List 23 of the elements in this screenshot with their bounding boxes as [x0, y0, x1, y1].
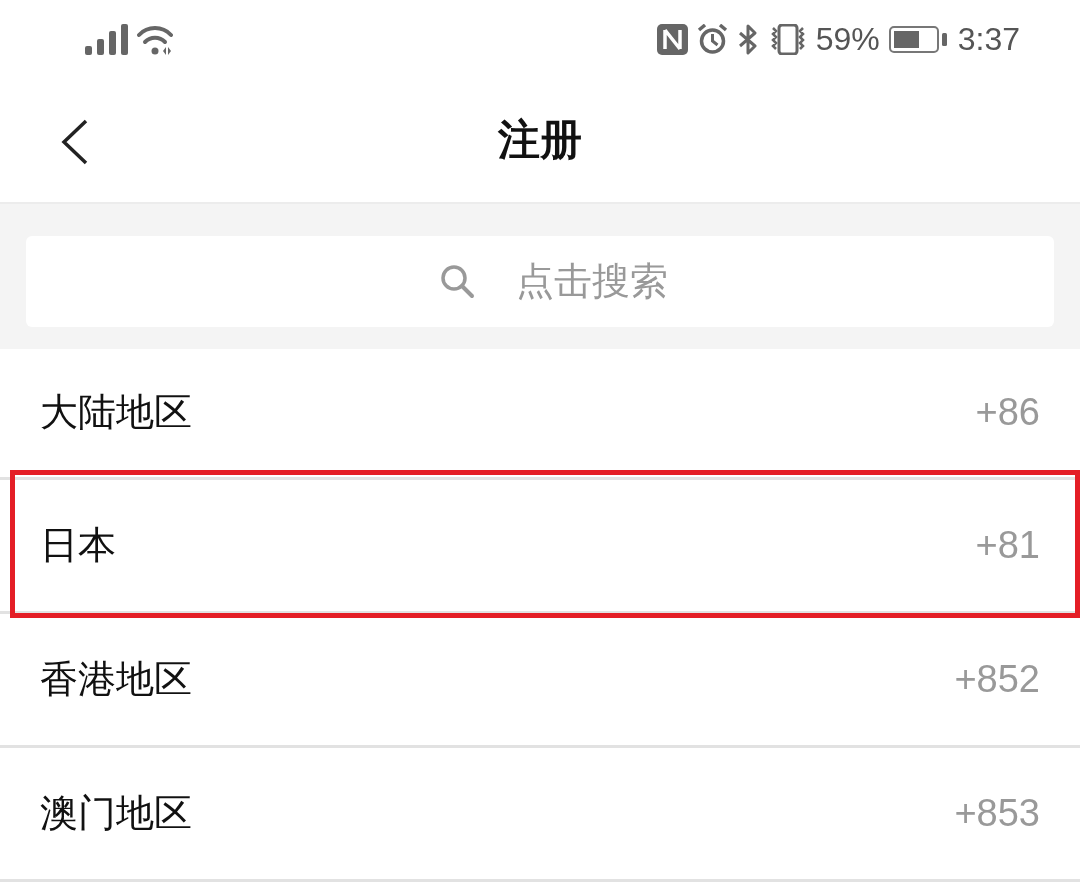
region-row[interactable]: 澳门地区 +853: [0, 748, 1080, 882]
dialing-code: +853: [954, 790, 1040, 836]
signal-icon: [85, 23, 128, 55]
search-icon: [440, 264, 475, 299]
battery-percent: 59%: [815, 23, 880, 55]
search-field[interactable]: 点击搜索: [26, 236, 1054, 327]
region-name: 大陆地区: [40, 390, 192, 436]
nfc-icon: [656, 23, 688, 55]
region-row[interactable]: 香港地区 +852: [0, 614, 1080, 748]
dialing-code: +81: [975, 522, 1040, 568]
region-name: 香港地区: [40, 656, 192, 702]
clock-time: 3:37: [957, 23, 1020, 55]
back-chevron-icon: [60, 119, 88, 165]
wifi-icon: [137, 23, 173, 55]
battery-icon: [888, 25, 947, 53]
region-row[interactable]: 大陆地区 +86: [0, 349, 1080, 480]
page-title: 注册: [498, 114, 582, 165]
dialing-code: +86: [975, 390, 1040, 436]
region-row[interactable]: 日本 +81: [0, 480, 1080, 614]
region-name: 澳门地区: [40, 790, 192, 836]
dialing-code: +852: [954, 656, 1040, 702]
alarm-clock-icon: [696, 23, 728, 55]
region-name: 日本: [40, 522, 116, 568]
